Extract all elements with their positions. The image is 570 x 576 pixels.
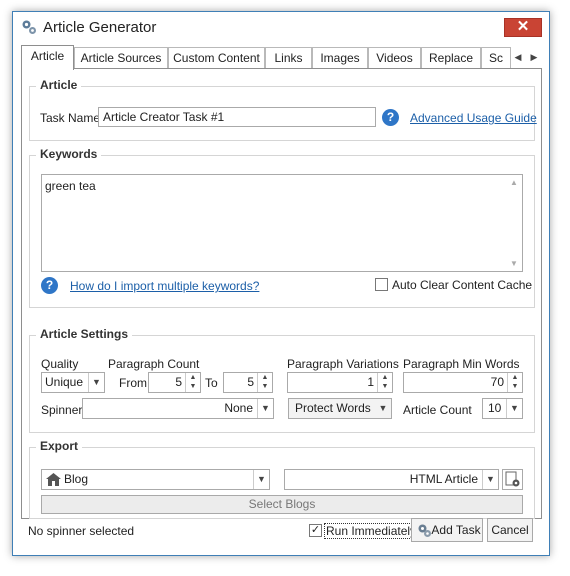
article-tab-page: Article Task Name Article Creator Task #…: [21, 68, 542, 519]
quality-value: Unique: [45, 375, 84, 389]
export-format-value: HTML Article: [409, 472, 478, 486]
tab-images[interactable]: Images: [312, 47, 368, 69]
article-generator-window: Article Generator ✕ Article Article Sour…: [12, 11, 550, 556]
chevron-down-icon: ▼: [506, 399, 522, 418]
article-group: Article Task Name Article Creator Task #…: [29, 78, 537, 141]
close-button[interactable]: ✕: [504, 18, 542, 37]
tab-article-sources[interactable]: Article Sources: [74, 47, 168, 69]
chevron-down-icon: ▼: [378, 403, 388, 413]
title-bar: Article Generator ✕: [13, 12, 549, 42]
tab-scroll-right-icon[interactable]: ▶: [528, 50, 540, 64]
auto-clear-checkbox[interactable]: [375, 278, 388, 291]
export-target-select[interactable]: Blog ▼: [41, 469, 270, 490]
cancel-button[interactable]: Cancel: [487, 518, 533, 542]
document-gear-icon: [505, 471, 520, 487]
paragraph-variations-stepper[interactable]: 1 ▲ ▼: [287, 372, 393, 393]
spinner-value: None: [224, 401, 253, 415]
spinner-select[interactable]: None ▼: [82, 398, 274, 419]
chevron-down-icon: ▼: [253, 470, 269, 489]
keywords-value: green tea: [45, 179, 96, 193]
task-name-label: Task Name: [40, 111, 101, 125]
add-task-button[interactable]: Add Task: [411, 518, 483, 542]
to-stepper[interactable]: 5 ▲ ▼: [223, 372, 273, 393]
gears-icon: [22, 20, 36, 34]
spinner-label: Spinner: [41, 403, 83, 417]
paragraph-min-words-stepper[interactable]: 70 ▲ ▼: [403, 372, 523, 393]
run-immediately-label[interactable]: Run Immediately: [324, 523, 419, 539]
tab-links[interactable]: Links: [265, 47, 312, 69]
export-settings-button[interactable]: [502, 469, 523, 490]
article-settings-group: Article Settings Quality Paragraph Count…: [29, 327, 535, 433]
paragraph-count-label: Paragraph Count: [108, 357, 200, 371]
stepper-arrows-icon[interactable]: ▲ ▼: [377, 373, 392, 392]
chevron-down-icon: ▼: [257, 399, 273, 418]
home-icon: [46, 473, 61, 486]
tab-scroll-left-icon[interactable]: ◀: [512, 50, 524, 64]
quality-label: Quality: [41, 357, 79, 371]
advanced-usage-guide-link[interactable]: Advanced Usage Guide: [410, 111, 537, 125]
article-count-select[interactable]: 10 ▼: [482, 398, 523, 419]
article-count-label: Article Count: [403, 403, 472, 417]
window-title: Article Generator: [43, 19, 157, 36]
keywords-group: Keywords green tea ▲ ▼ ? How do I import…: [29, 147, 535, 308]
run-immediately-checkbox[interactable]: ✓: [309, 524, 322, 537]
tab-strip: Article Article Sources Custom Content L…: [21, 45, 545, 70]
auto-clear-label: Auto Clear Content Cache: [392, 278, 533, 292]
paragraph-variations-label: Paragraph Variations: [287, 357, 399, 371]
protect-words-label: Protect Words: [295, 401, 371, 415]
select-blogs-button[interactable]: Select Blogs: [41, 495, 523, 514]
quality-select[interactable]: Unique ▼: [41, 372, 105, 393]
tab-replace[interactable]: Replace: [421, 47, 481, 69]
article-group-title: Article: [36, 78, 82, 92]
from-value: 5: [175, 375, 182, 389]
chevron-down-icon: ▼: [88, 373, 104, 392]
from-stepper[interactable]: 5 ▲ ▼: [148, 372, 201, 393]
tab-custom-content[interactable]: Custom Content: [168, 47, 265, 69]
import-keywords-link[interactable]: How do I import multiple keywords?: [70, 279, 259, 293]
status-text: No spinner selected: [28, 524, 135, 538]
tab-videos[interactable]: Videos: [368, 47, 421, 69]
task-name-input[interactable]: Article Creator Task #1: [98, 107, 376, 127]
scroll-up-icon[interactable]: ▲: [506, 178, 522, 187]
export-target-value: Blog: [64, 472, 89, 486]
stepper-arrows-icon[interactable]: ▲ ▼: [507, 373, 522, 392]
close-icon: ✕: [516, 18, 530, 35]
to-label: To: [205, 376, 218, 390]
chevron-down-icon: ▼: [482, 470, 498, 489]
keywords-help-icon[interactable]: ?: [41, 277, 58, 294]
keywords-textarea[interactable]: green tea ▲ ▼: [41, 174, 523, 272]
keywords-scrollbar[interactable]: ▲ ▼: [506, 175, 522, 271]
tab-sc[interactable]: Sc: [481, 47, 511, 69]
paragraph-variations-value: 1: [367, 375, 374, 389]
stepper-arrows-icon[interactable]: ▲ ▼: [257, 373, 272, 392]
scroll-down-icon[interactable]: ▼: [506, 259, 522, 268]
export-group-title: Export: [36, 439, 83, 453]
protect-words-dropdown[interactable]: Protect Words ▼: [288, 398, 392, 419]
tab-article[interactable]: Article: [21, 45, 74, 70]
paragraph-min-words-label: Paragraph Min Words: [403, 357, 520, 371]
keywords-group-title: Keywords: [36, 147, 102, 161]
stepper-arrows-icon[interactable]: ▲ ▼: [185, 373, 200, 392]
article-settings-group-title: Article Settings: [36, 327, 133, 341]
gears-icon: [418, 524, 431, 537]
export-group: Export Blog ▼ HTML Article ▼ Select Blog: [29, 439, 535, 519]
export-format-select[interactable]: HTML Article ▼: [284, 469, 499, 490]
help-icon[interactable]: ?: [382, 109, 399, 126]
to-value: 5: [247, 375, 254, 389]
from-label: From: [119, 376, 147, 390]
article-count-value: 10: [488, 401, 502, 415]
paragraph-min-words-value: 70: [490, 375, 504, 389]
